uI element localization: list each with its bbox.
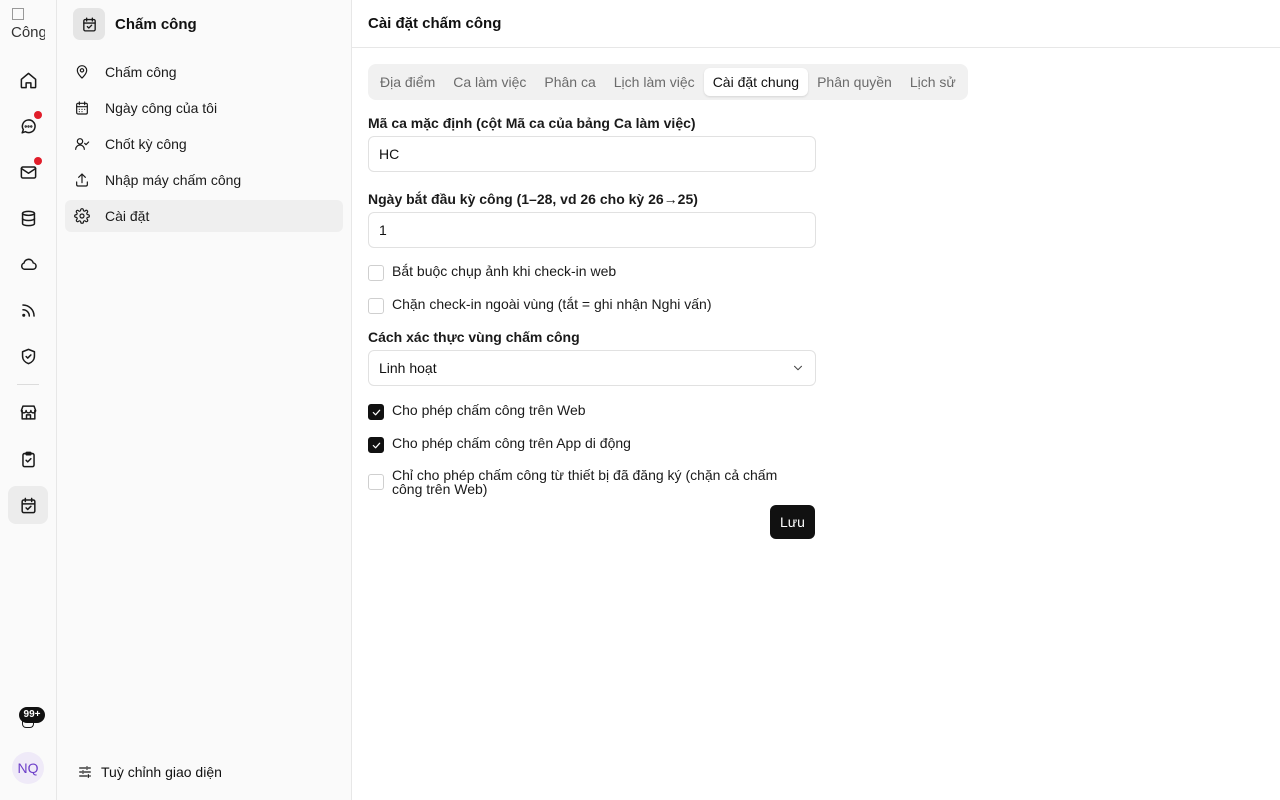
rail-store-button[interactable] <box>8 393 48 431</box>
block-outside-label: Chặn check-in ngoài vùng (tắt = ghi nhận… <box>392 296 712 312</box>
default-shift-input[interactable] <box>368 136 816 172</box>
registered-only-checkbox[interactable] <box>368 474 384 490</box>
map-pin-icon <box>76 65 88 79</box>
rail-home-button[interactable] <box>8 61 48 99</box>
allow-app-label: Cho phép chấm công trên App di động <box>392 435 631 451</box>
main-content: Cài đặt chấm công Địa điểm Ca làm việc P… <box>352 0 1280 800</box>
sidebar-item-import-machine[interactable]: Nhập máy chấm công <box>65 164 343 196</box>
home-icon <box>20 72 36 88</box>
module-sidebar: Chấm công Chấm công Ngày công của tôi Ch… <box>57 0 352 800</box>
store-icon <box>20 404 36 420</box>
rail-security-button[interactable] <box>8 337 48 375</box>
rail-database-button[interactable] <box>8 199 48 237</box>
sidebar-item-attendance[interactable]: Chấm công <box>65 56 343 88</box>
tab-general-settings[interactable]: Cài đặt chung <box>703 68 809 96</box>
mail-icon <box>20 165 36 179</box>
mail-unread-dot <box>34 157 42 165</box>
tab-locations[interactable]: Địa điểm <box>371 68 444 96</box>
app-logo[interactable]: Công <box>11 8 45 42</box>
calendar-icon <box>76 101 88 115</box>
notification-badge[interactable]: 99+ <box>19 707 45 723</box>
sidebar-item-label: Ngày công của tôi <box>105 100 218 116</box>
allow-web-row[interactable]: Cho phép chấm công trên Web <box>368 403 816 420</box>
sliders-icon <box>79 766 91 778</box>
gear-icon <box>74 208 90 224</box>
allow-app-row[interactable]: Cho phép chấm công trên App di động <box>368 436 816 453</box>
calendar-check-icon <box>82 16 96 32</box>
module-title: Chấm công <box>115 15 197 33</box>
rail-cloud-button[interactable] <box>8 245 48 283</box>
cloud-icon <box>20 258 37 270</box>
module-header: Chấm công <box>73 8 197 40</box>
customize-ui-label: Tuỳ chỉnh giao diện <box>101 764 222 780</box>
chevron-down-icon <box>793 365 803 371</box>
zone-method-value: Linh hoạt <box>379 360 437 376</box>
sidebar-item-label: Chấm công <box>105 64 177 80</box>
module-icon <box>73 8 105 40</box>
icon-rail: Công 99+ NQ <box>0 0 57 800</box>
tab-history[interactable]: Lịch sử <box>901 68 965 96</box>
allow-web-checkbox[interactable] <box>368 404 384 420</box>
sidebar-item-period-close[interactable]: Chốt kỳ công <box>65 128 343 160</box>
module-nav: Chấm công Ngày công của tôi Chốt kỳ công… <box>65 56 343 236</box>
chat-icon <box>20 118 36 134</box>
sidebar-item-label: Nhập máy chấm công <box>105 172 242 188</box>
default-shift-label: Mã ca mặc định (cột Mã ca của bảng Ca là… <box>368 115 696 131</box>
require-photo-row[interactable]: Bắt buộc chụp ảnh khi check-in web <box>368 264 816 281</box>
settings-tabs: Địa điểm Ca làm việc Phân ca Lịch làm vi… <box>368 64 968 100</box>
tab-permissions[interactable]: Phân quyền <box>808 68 901 96</box>
user-check-icon <box>75 138 90 150</box>
check-icon <box>372 442 380 448</box>
sidebar-item-settings[interactable]: Cài đặt <box>65 200 343 232</box>
allow-web-label: Cho phép chấm công trên Web <box>392 402 586 418</box>
allow-app-checkbox[interactable] <box>368 437 384 453</box>
rss-icon <box>21 303 35 317</box>
period-start-input[interactable] <box>368 212 816 248</box>
zone-method-label: Cách xác thực vùng chấm công <box>368 329 580 345</box>
rail-mail-button[interactable] <box>8 153 48 191</box>
rail-chat-button[interactable] <box>8 107 48 145</box>
upload-icon <box>76 173 88 187</box>
tab-work-schedule[interactable]: Lịch làm việc <box>605 68 704 96</box>
registered-only-label: Chỉ cho phép chấm công từ thiết bị đã đă… <box>392 467 778 497</box>
page-title: Cài đặt chấm công <box>352 0 1280 48</box>
require-photo-label: Bắt buộc chụp ảnh khi check-in web <box>392 263 617 279</box>
check-icon <box>372 409 380 415</box>
rail-divider <box>17 384 39 385</box>
general-settings-form: Mã ca mặc định (cột Mã ca của bảng Ca là… <box>368 114 816 496</box>
customize-ui-button[interactable]: Tuỳ chỉnh giao diện <box>77 764 222 780</box>
chat-unread-dot <box>34 111 42 119</box>
clipboard-check-icon <box>21 451 35 467</box>
registered-only-row[interactable]: Chỉ cho phép chấm công từ thiết bị đã đă… <box>368 468 816 496</box>
sidebar-item-label: Cài đặt <box>105 208 150 224</box>
tab-shifts[interactable]: Ca làm việc <box>444 68 535 96</box>
rail-tasks-button[interactable] <box>8 440 48 478</box>
shield-check-icon <box>21 348 35 364</box>
save-button[interactable]: Lưu <box>770 505 815 539</box>
require-photo-checkbox[interactable] <box>368 265 384 281</box>
period-start-label: Ngày bắt đầu kỳ công (1–28, vd 26 cho kỳ… <box>368 191 698 207</box>
rail-attendance-button[interactable] <box>8 486 48 524</box>
block-outside-checkbox[interactable] <box>368 298 384 314</box>
tab-shift-assignment[interactable]: Phân ca <box>535 68 604 96</box>
user-avatar[interactable]: NQ <box>12 752 44 784</box>
calendar-check-icon <box>20 497 36 513</box>
zone-method-select[interactable]: Linh hoạt <box>368 350 816 386</box>
app-logo-alt-text: Công <box>11 24 45 41</box>
database-icon <box>21 210 35 226</box>
sidebar-item-label: Chốt kỳ công <box>105 136 187 152</box>
sidebar-item-my-workdays[interactable]: Ngày công của tôi <box>65 92 343 124</box>
rail-feed-button[interactable] <box>8 291 48 329</box>
block-outside-row[interactable]: Chặn check-in ngoài vùng (tắt = ghi nhận… <box>368 297 816 314</box>
